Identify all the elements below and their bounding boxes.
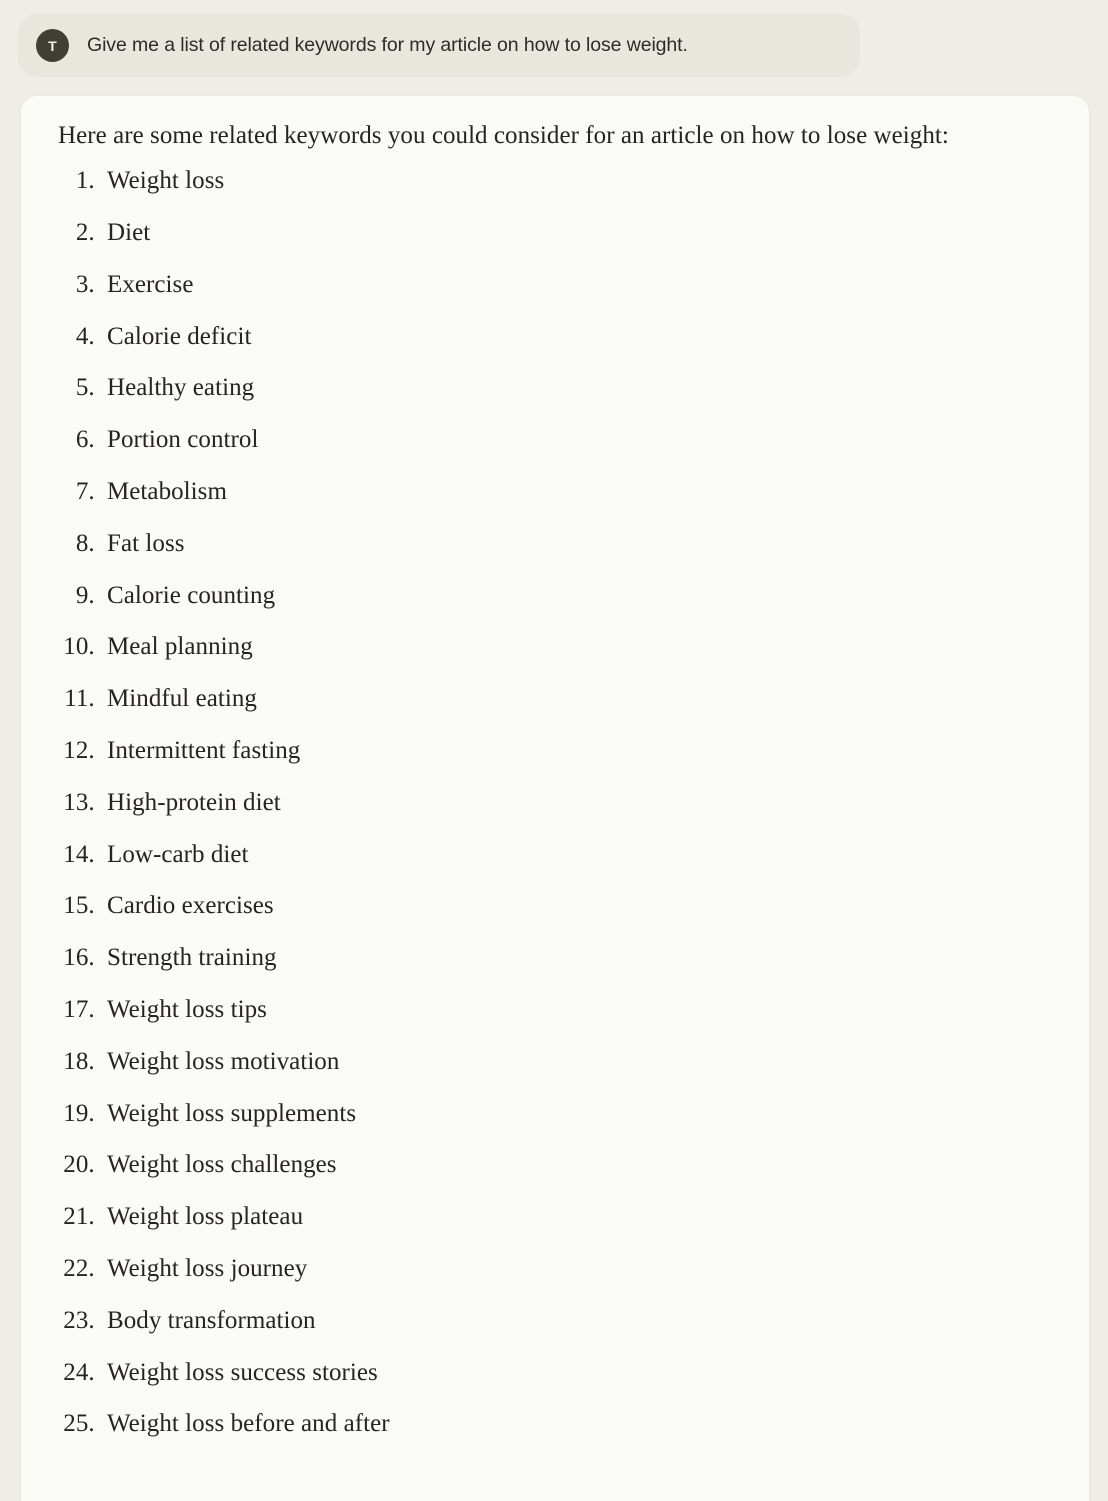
keyword-list-item-label: Metabolism [107,478,227,506]
keyword-list-item-label: Weight loss [107,167,225,195]
keyword-list-item: Weight loss before and after [101,1409,1061,1461]
keyword-list-item: Diet [101,218,1061,270]
keyword-list-item: Weight loss journey [101,1254,1061,1306]
keyword-list-item-label: Low-carb diet [107,840,249,868]
keyword-list-item: Weight loss motivation [101,1047,1061,1099]
keyword-list-item: Weight loss supplements [101,1099,1061,1151]
keyword-list: Weight loss Diet Exercise Calorie deficit He… [39,166,1061,1461]
keyword-list-item: Calorie deficit [101,322,1061,374]
user-avatar: T [36,29,69,62]
keyword-list-item: Exercise [101,270,1061,322]
keyword-list-item-label: High-protein diet [107,788,281,816]
keyword-list-item-label: Fat loss [107,529,185,557]
keyword-list-item: Cardio exercises [101,891,1061,943]
keyword-list-item-label: Cardio exercises [107,892,274,920]
assistant-intro-paragraph: Here are some related keywords you could… [58,122,949,149]
keyword-list-item-label: Weight loss success stories [107,1358,378,1386]
keyword-list-item: Strength training [101,943,1061,995]
keyword-list-item: Intermittent fasting [101,736,1061,788]
keyword-list-item-label: Mindful eating [107,685,257,713]
keyword-list-item: Weight loss plateau [101,1202,1061,1254]
keyword-list-item-label: Exercise [107,270,194,298]
keyword-list-item: Portion control [101,425,1061,477]
keyword-list-item: Calorie counting [101,581,1061,633]
keyword-list-item: Mindful eating [101,684,1061,736]
keyword-list-item-label: Healthy eating [107,374,255,402]
keyword-list-item: Weight loss challenges [101,1150,1061,1202]
keyword-list-item-label: Calorie deficit [107,322,252,350]
user-message-text: Give me a list of related keywords for m… [87,33,688,56]
keyword-list-item: Weight loss success stories [101,1358,1061,1410]
keyword-list-item-label: Portion control [107,426,259,454]
keyword-list-item: Weight loss [101,166,1061,218]
keyword-list-item: Metabolism [101,477,1061,529]
keyword-list-item-label: Weight loss plateau [107,1203,304,1231]
user-message-turn: T Give me a list of related keywords for… [18,14,860,77]
keyword-list-item-label: Weight loss before and after [107,1410,390,1438]
assistant-response-card: Here are some related keywords you could… [20,95,1090,1501]
keyword-list-item-label: Calorie counting [107,581,276,609]
keyword-list-item-label: Body transformation [107,1306,316,1334]
keyword-list-item-label: Meal planning [107,633,253,661]
conversation-thread: T Give me a list of related keywords for… [0,0,1108,1501]
keyword-list-item-label: Weight loss supplements [107,1099,357,1127]
keyword-list-item: Healthy eating [101,373,1061,425]
keyword-list-item: Fat loss [101,529,1061,581]
keyword-list-item-label: Intermittent fasting [107,737,301,765]
keyword-list-item-label: Strength training [107,944,277,972]
keyword-list-item: High-protein diet [101,788,1061,840]
keyword-list-item: Body transformation [101,1306,1061,1358]
keyword-list-item: Low-carb diet [101,840,1061,892]
keyword-list-item: Weight loss tips [101,995,1061,1047]
keyword-list-item-label: Weight loss journey [107,1254,308,1282]
keyword-list-item: Meal planning [101,632,1061,684]
keyword-list-item-label: Weight loss tips [107,996,267,1023]
assistant-message-body: Here are some related keywords you could… [39,118,1061,1461]
keyword-list-item-label: Weight loss motivation [107,1047,340,1075]
keyword-list-item-label: Weight loss challenges [107,1151,337,1179]
user-message-bubble: T Give me a list of related keywords for… [18,14,860,77]
keyword-list-item-label: Diet [107,219,151,247]
